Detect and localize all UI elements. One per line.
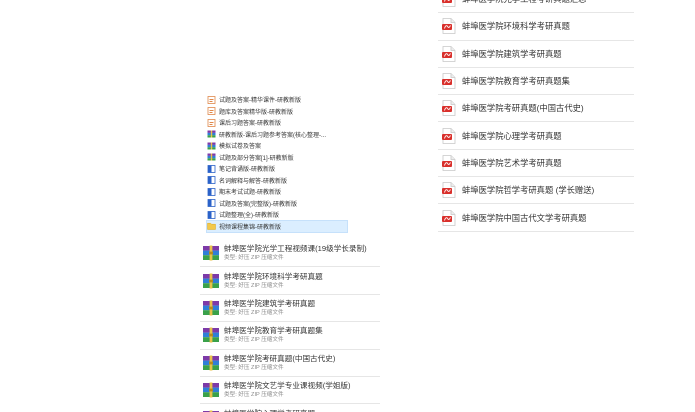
file-list-item[interactable]: 模拟试卷及答案 [207, 140, 347, 152]
pdf-file-icon [442, 18, 456, 35]
zip-archive-icon [200, 382, 224, 398]
file-list-item[interactable]: 名词解释与解答-研教新版 [207, 175, 347, 187]
archive-file-name: 蚌埠医学院建筑学考研真题 [224, 298, 316, 308]
archive-file-name: 蚌埠医学院教育学考研真题集 [224, 326, 323, 336]
archive-icon [207, 153, 219, 161]
pdf-file-name: 蚌埠医学院心理学考研真题 [462, 130, 562, 141]
file-name: 试题及部分答案[1]-研教新版 [219, 155, 294, 162]
word-icon [207, 164, 219, 173]
pdf-file-icon [442, 155, 456, 171]
file-list-item[interactable]: 试题及答案-精华课件-研教新版 [207, 94, 347, 106]
file-list: 试题及答案-精华课件-研教新版 题库及答案精华版-研教新版 课后习题答案-研教新版研… [206, 94, 348, 233]
archive-file-name: 蚌埠医学院文艺学专业课视频(学姐版) [224, 381, 351, 391]
file-name: 视频课程集锦-研教新版 [219, 224, 281, 231]
pdf-file-icon [442, 0, 456, 8]
pdf-list-item[interactable]: 蚌埠医学院艺术学考研真题 [438, 150, 634, 178]
doc-icon [207, 95, 219, 104]
pdf-file-name: 蚌埠医学院光学工程考研真题汇总 [462, 0, 586, 5]
file-name: 笔记背诵版-研教新版 [219, 167, 275, 174]
file-list-item[interactable]: 研教新版-课后习题参考答案(核心整理-... [207, 129, 347, 141]
file-name: 模拟试卷及答案 [219, 144, 262, 151]
pdf-file-name: 蚌埠医学院教育学考研真题集 [462, 76, 570, 87]
archive-list-item[interactable]: 蚌埠医学院心理学考研真题类型: 好压 ZIP 压缩文件 [200, 404, 380, 412]
archive-icon [207, 142, 219, 150]
pdf-list-item[interactable]: 蚌埠医学院心理学考研真题 [438, 122, 634, 150]
file-name: 题库及答案精华版-研教新版 [219, 109, 293, 116]
file-name: 试题及答案(完整版)-研教新版 [219, 201, 297, 208]
archive-file-type: 类型: 好压 ZIP 压缩文件 [224, 309, 284, 316]
pdf-list-item[interactable]: 蚌埠医学院哲学考研真题 (学长赠送) [438, 177, 634, 205]
archive-file-name: 蚌埠医学院考研真题(中国古代史) [224, 353, 336, 363]
pdf-list-item[interactable]: 蚌埠医学院考研真题(中国古代史) [438, 95, 634, 123]
archive-file-type: 类型: 好压 ZIP 压缩文件 [224, 255, 284, 262]
pdf-file-name: 蚌埠医学院中国古代文学考研真题 [462, 212, 587, 223]
pdf-list-item[interactable]: 蚌埠医学院中国古代文学考研真题 [438, 204, 634, 232]
word-icon [207, 187, 219, 196]
file-name: 课后习题答案-研教新版 [219, 121, 281, 128]
file-name: 期末考试试题-研教新版 [219, 190, 281, 197]
pdf-file-list: 蚌埠医学院光学工程考研真题汇总蚌埠医学院环境科学考研真题蚌埠医学院建筑学考研真题… [438, 0, 634, 232]
archive-file-type: 类型: 好压 ZIP 压缩文件 [224, 337, 284, 344]
pdf-file-name: 蚌埠医学院建筑学考研真题 [462, 48, 562, 59]
pdf-file-name: 蚌埠医学院哲学考研真题 (学长赠送) [462, 185, 595, 196]
doc-icon [207, 107, 219, 116]
zip-archive-icon [200, 245, 224, 261]
archive-file-type: 类型: 好压 ZIP 压缩文件 [224, 364, 284, 371]
zip-archive-icon [200, 355, 224, 371]
file-list-item[interactable]: 题库及答案精华版-研教新版 [207, 106, 347, 118]
archive-list-item[interactable]: 蚌埠医学院建筑学考研真题 类型: 好压 ZIP 压缩文件 [200, 295, 380, 323]
file-list-item[interactable]: 笔记背诵版-研教新版 [207, 163, 347, 175]
archive-file-type: 类型: 好压 ZIP 压缩文件 [224, 392, 284, 399]
file-name: 研教新版-课后习题参考答案(核心整理-... [219, 132, 326, 139]
zip-archive-icon [200, 300, 224, 316]
file-list-item[interactable]: 试题及答案(完整版)-研教新版 [207, 198, 347, 210]
file-name: 试题整理(全)-研教新版 [219, 213, 279, 220]
archive-file-name: 蚌埠医学院光学工程视频课(19级学长录制) [224, 244, 367, 254]
pdf-file-icon [442, 45, 456, 62]
archive-file-name: 蚌埠医学院心理学考研真题 [224, 409, 315, 412]
archive-icon [207, 130, 219, 138]
file-list-item[interactable]: 试题整理(全)-研教新版 [207, 209, 347, 221]
pdf-file-icon [442, 127, 456, 144]
file-name: 名词解释与解答-研教新版 [219, 178, 287, 185]
pdf-file-name: 蚌埠医学院环境科学考研真题 [462, 21, 570, 32]
archive-list-item[interactable]: 蚌埠医学院环境科学考研真题 类型: 好压 ZIP 压缩文件 [200, 267, 380, 295]
zip-archive-icon [200, 273, 224, 289]
file-list-item[interactable]: 试题及部分答案[1]-研教新版 [207, 152, 347, 164]
folder-icon [207, 222, 219, 230]
pdf-list-item[interactable]: 蚌埠医学院教育学考研真题集 [438, 68, 634, 96]
word-icon [207, 176, 219, 185]
pdf-file-name: 蚌埠医学院艺术学考研真题 [462, 157, 562, 168]
archive-list-item[interactable]: 蚌埠医学院教育学考研真题集 类型: 好压 ZIP 压缩文件 [200, 322, 380, 350]
archive-list-item[interactable]: 蚌埠医学院光学工程视频课(19级学长录制) 类型: 好压 ZIP 压缩文件 [200, 240, 380, 268]
file-list-item[interactable]: 视频课程集锦-研教新版 [206, 219, 348, 233]
archive-file-name: 蚌埠医学院环境科学考研真题 [224, 271, 323, 281]
pdf-file-icon [442, 182, 456, 199]
file-list-item[interactable]: 期末考试试题-研教新版 [207, 186, 347, 198]
word-icon [207, 199, 219, 208]
file-list-item[interactable]: 课后习题答案-研教新版 [207, 117, 347, 129]
pdf-file-icon [442, 73, 456, 89]
pdf-file-icon [442, 209, 456, 226]
pdf-list-item[interactable]: 蚌埠医学院建筑学考研真题 [438, 41, 634, 68]
doc-icon [207, 118, 219, 127]
archive-file-list: 蚌埠医学院光学工程视频课(19级学长录制) 类型: 好压 ZIP 压缩文件 蚌埠医学… [200, 240, 380, 412]
pdf-list-item[interactable]: 蚌埠医学院光学工程考研真题汇总 [438, 0, 634, 14]
file-name: 试题及答案-精华课件-研教新版 [219, 98, 301, 105]
pdf-file-name: 蚌埠医学院考研真题(中国古代史) [462, 103, 584, 114]
zip-archive-icon [200, 327, 224, 343]
archive-list-item[interactable]: 蚌埠医学院考研真题(中国古代史) 类型: 好压 ZIP 压缩文件 [200, 350, 380, 377]
pdf-file-icon [442, 100, 456, 117]
pdf-list-item[interactable]: 蚌埠医学院环境科学考研真题 [438, 13, 634, 41]
archive-file-type: 类型: 好压 ZIP 压缩文件 [224, 282, 284, 289]
word-icon [207, 210, 219, 219]
archive-list-item[interactable]: 蚌埠医学院文艺学专业课视频(学姐版) 类型: 好压 ZIP 压缩文件 [200, 377, 380, 405]
